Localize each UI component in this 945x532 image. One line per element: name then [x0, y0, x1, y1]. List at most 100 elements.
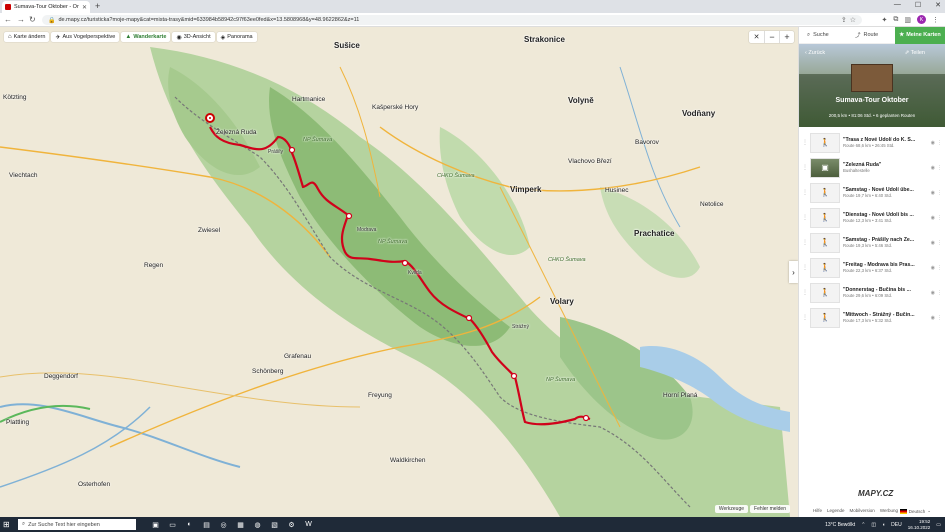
eye-icon[interactable]: ◉: [931, 240, 935, 246]
calculator-icon[interactable]: ▦: [235, 519, 246, 530]
map-label: CHKO Šumava: [548, 257, 586, 263]
my-maps-button[interactable]: ★ Meine Karten: [895, 26, 945, 44]
panorama-button[interactable]: ◈ Panorama: [216, 32, 257, 42]
tools-button[interactable]: Werkzeuge: [714, 505, 749, 513]
address-bar[interactable]: 🔒 de.mapy.cz/turisticka?moje-mapy&cat=mi…: [42, 15, 862, 25]
help-link[interactable]: Hilfe: [813, 508, 822, 513]
chrome-icon[interactable]: ◎: [218, 519, 229, 530]
weather-widget[interactable]: 13°C Bewölkt: [825, 522, 855, 528]
panorama-icon: ◈: [220, 34, 226, 41]
route-item[interactable]: ⋮ ▣ "Železná Ruda" Bushaltestelle ◉ ⋮: [799, 155, 945, 180]
route-item[interactable]: ⋮ 🚶 "Dienstag - Nové Údolí bis ... Route 12…: [799, 205, 945, 230]
mobile-link[interactable]: Mobilversion: [850, 508, 875, 513]
route-start-pin[interactable]: [205, 113, 215, 123]
drag-handle-icon[interactable]: ⋮: [802, 139, 808, 146]
route-item[interactable]: ⋮ 🚶 "Trasa z Nové Údolí do K. S... Route 68…: [799, 130, 945, 155]
sidepanel-icon[interactable]: ▥: [904, 16, 911, 24]
route-item[interactable]: ⋮ 🚶 "Samstag - Prášily nach Že... Route 19,…: [799, 230, 945, 255]
close-icon[interactable]: ✕: [749, 31, 764, 43]
cube-icon: ◉: [176, 34, 182, 41]
forward-icon[interactable]: →: [17, 15, 25, 24]
route-item[interactable]: ⋮ 🚶 "Donnerstag - Bučina bis ... Route 29,6…: [799, 280, 945, 305]
eye-icon[interactable]: ◉: [931, 165, 935, 171]
more-icon[interactable]: ⋮: [937, 290, 942, 296]
mapy-logo[interactable]: MAPY.CZ: [858, 489, 893, 498]
tray-chevron-icon[interactable]: ⌃: [861, 522, 865, 528]
back-icon[interactable]: ←: [4, 15, 12, 24]
eye-icon[interactable]: ◉: [931, 290, 935, 296]
ads-link[interactable]: Werbung: [880, 508, 898, 513]
zoom-in-button[interactable]: +: [779, 31, 794, 43]
zoom-out-button[interactable]: −: [764, 31, 779, 43]
map-label: Strážný: [512, 324, 529, 330]
drag-handle-icon[interactable]: ⋮: [802, 314, 808, 321]
maximize-icon[interactable]: ☐: [915, 1, 921, 9]
eye-icon[interactable]: ◉: [931, 265, 935, 271]
powerpoint-icon[interactable]: ◍: [252, 519, 263, 530]
bookmark-star-icon[interactable]: ☆: [850, 16, 856, 24]
more-icon[interactable]: ⋮: [937, 240, 942, 246]
drag-handle-icon[interactable]: ⋮: [802, 214, 808, 221]
route-item[interactable]: ⋮ 🚶 "Mittwoch - Strážný - Bučin... Route 17…: [799, 305, 945, 330]
language-selector[interactable]: Deutsch ⌄: [899, 508, 931, 514]
clock-date: 16.10.2022: [907, 524, 931, 530]
tray-language[interactable]: DEU: [891, 522, 902, 528]
more-icon[interactable]: ⋮: [937, 315, 942, 321]
minimize-icon[interactable]: —: [894, 1, 901, 9]
3d-view-button[interactable]: ◉ 3D-Ansicht: [172, 32, 215, 42]
route-item[interactable]: ⋮ 🚶 "Freitag - Modrava bis Pras... Route 22…: [799, 255, 945, 280]
volume-icon[interactable]: ◖: [882, 522, 885, 528]
search-button[interactable]: ⌕ Suche: [799, 32, 847, 39]
windows-start-icon[interactable]: ⊞: [3, 520, 10, 529]
clock[interactable]: 19:52 16.10.2022: [908, 519, 931, 530]
close-window-icon[interactable]: ✕: [935, 1, 941, 9]
drag-handle-icon[interactable]: ⋮: [802, 164, 808, 171]
file-explorer-icon[interactable]: ▭: [167, 519, 178, 530]
aerial-icon: ✈: [55, 34, 61, 41]
store-icon[interactable]: ▤: [201, 519, 212, 530]
new-tab-button[interactable]: +: [95, 1, 100, 11]
more-icon[interactable]: ⋮: [937, 215, 942, 221]
taskbar-search[interactable]: ⌕ Zur Suche Text hier eingeben: [18, 519, 136, 530]
report-error-button[interactable]: Fehler melden: [750, 505, 790, 513]
task-view-icon[interactable]: ▣: [150, 519, 161, 530]
route-sub: Route 19,3 km • 5:46 Std.: [843, 243, 893, 248]
more-icon[interactable]: ⋮: [937, 265, 942, 271]
back-button[interactable]: ‹ Zurück: [805, 50, 825, 56]
aerial-view-button[interactable]: ✈ Aus Vogelperspektive: [51, 32, 120, 42]
profile-avatar[interactable]: K: [917, 15, 926, 24]
route-item[interactable]: ⋮ 🚶 "Samstag - Nové Údolí übe... Route 19,7…: [799, 180, 945, 205]
change-map-button[interactable]: ⌂ Karte ändern: [4, 32, 50, 42]
legend-link[interactable]: Legende: [827, 508, 845, 513]
collapse-panel-button[interactable]: ›: [789, 261, 798, 283]
more-icon[interactable]: ⋮: [937, 165, 942, 171]
edge-icon[interactable]: ◐: [184, 519, 195, 530]
eye-icon[interactable]: ◉: [931, 140, 935, 146]
share-icon[interactable]: ⇪: [841, 16, 847, 24]
reload-icon[interactable]: ↻: [29, 15, 36, 24]
extension-icon[interactable]: ✦: [882, 16, 888, 24]
route-button[interactable]: ⤴ Route: [847, 31, 895, 39]
photos-icon[interactable]: ▧: [269, 519, 280, 530]
layers-icon: ⌂: [8, 34, 12, 40]
eye-icon[interactable]: ◉: [931, 190, 935, 196]
more-icon[interactable]: ⋮: [937, 190, 942, 196]
menu-icon[interactable]: ⋮: [932, 16, 939, 24]
network-icon[interactable]: ◫: [871, 522, 876, 528]
drag-handle-icon[interactable]: ⋮: [802, 264, 808, 271]
eye-icon[interactable]: ◉: [931, 315, 935, 321]
drag-handle-icon[interactable]: ⋮: [802, 189, 808, 196]
map-canvas[interactable]: Sušice Strakonice Volyně Vodňany Kötztin…: [0, 27, 798, 517]
notification-icon[interactable]: ▭: [936, 522, 941, 528]
puzzle-icon[interactable]: ⧉: [893, 16, 898, 24]
close-tab-icon[interactable]: ✕: [82, 4, 87, 11]
drag-handle-icon[interactable]: ⋮: [802, 239, 808, 246]
more-icon[interactable]: ⋮: [937, 140, 942, 146]
word-icon[interactable]: W: [303, 519, 314, 530]
hiking-map-button[interactable]: ▲ Wanderkarte: [121, 32, 171, 42]
share-button[interactable]: ⇗ Teilen: [905, 50, 925, 56]
settings-icon[interactable]: ⚙: [286, 519, 297, 530]
browser-tab[interactable]: Sumava-Tour Oktober - Ortl und ✕: [2, 1, 90, 13]
eye-icon[interactable]: ◉: [931, 215, 935, 221]
drag-handle-icon[interactable]: ⋮: [802, 289, 808, 296]
